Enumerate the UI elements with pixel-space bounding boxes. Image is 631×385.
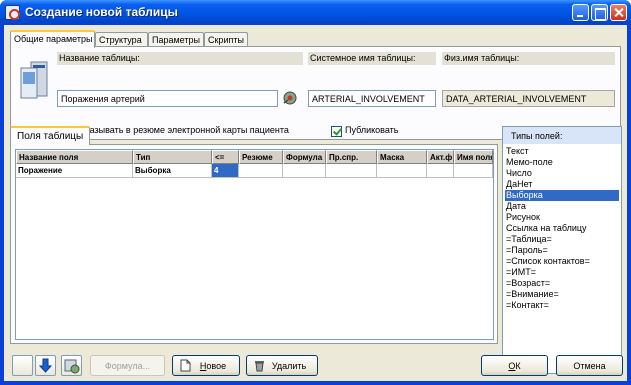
cell-type[interactable]: Выборка xyxy=(133,164,212,178)
check-icon[interactable] xyxy=(331,126,342,137)
delete-button[interactable]: Удалить xyxy=(246,355,318,376)
new-button[interactable]: Новое xyxy=(172,355,240,376)
col-header-act[interactable]: Акт.ф xyxy=(427,150,454,164)
field-types-panel: Типы полей: Текст Мемо-поле Число ДаНет … xyxy=(502,126,622,374)
fields-grid[interactable]: Название поля Тип <= Резюме Формула Пр.с… xyxy=(15,149,494,340)
col-header-le[interactable]: <= xyxy=(212,150,239,164)
list-item[interactable]: =ИМТ= xyxy=(505,267,619,278)
cell-summary[interactable] xyxy=(239,164,283,178)
list-item[interactable]: =Внимание= xyxy=(505,289,619,300)
cell-act[interactable] xyxy=(427,164,454,178)
maximize-button[interactable] xyxy=(591,4,608,21)
cell-ref[interactable] xyxy=(326,164,377,178)
minimize-button[interactable] xyxy=(572,4,589,21)
cell-field-sysname[interactable] xyxy=(454,164,493,178)
cell-field-name[interactable]: Поражение xyxy=(16,164,133,178)
phys-name-field: DATA_ARTERIAL_INVOLVEMENT xyxy=(442,90,615,107)
list-item[interactable]: ДаНет xyxy=(505,179,619,190)
formula-button[interactable]: Формула... xyxy=(90,355,165,376)
list-item[interactable]: Число xyxy=(505,168,619,179)
table-settings-icon xyxy=(64,359,80,374)
new-doc-icon xyxy=(180,359,191,372)
field-types-list[interactable]: Текст Мемо-поле Число ДаНет Выборка Дата… xyxy=(505,146,619,311)
col-header-mask[interactable]: Маска xyxy=(377,150,427,164)
tab-parameters[interactable]: Параметры xyxy=(148,32,204,47)
edit-name-icon[interactable] xyxy=(282,90,298,106)
system-name-label: Системное имя таблицы: xyxy=(308,52,436,65)
dialog-window: Создание новой таблицы Общие параметры С… xyxy=(0,0,631,385)
list-item[interactable]: Текст xyxy=(505,146,619,157)
cell-le[interactable]: 4 xyxy=(212,164,239,178)
col-header-field-sysname[interactable]: Имя поля xyxy=(454,150,493,164)
list-item[interactable]: Ссылка на таблицу xyxy=(505,223,619,234)
title-bar[interactable]: Создание новой таблицы xyxy=(0,0,631,25)
list-item[interactable]: Выборка xyxy=(505,190,619,201)
list-item[interactable]: =Контакт= xyxy=(505,300,619,311)
show-in-summary-checkbox[interactable]: Показывать в резюме электронной карты па… xyxy=(60,125,290,138)
col-header-formula[interactable]: Формула xyxy=(283,150,326,164)
show-in-summary-label: Показывать в резюме электронной карты па… xyxy=(74,125,289,135)
cell-formula[interactable] xyxy=(283,164,326,178)
tab-general[interactable]: Общие параметры xyxy=(10,30,95,48)
grid-header: Название поля Тип <= Резюме Формула Пр.с… xyxy=(16,150,493,164)
trash-icon xyxy=(255,361,264,372)
field-types-title: Типы полей: xyxy=(503,127,621,144)
list-item[interactable]: =Пароль= xyxy=(505,245,619,256)
col-header-summary[interactable]: Резюме xyxy=(239,150,283,164)
table-name-input[interactable]: Поражения артерий xyxy=(57,90,278,107)
table-name-label: Название таблицы: xyxy=(57,52,303,65)
col-header-field-name[interactable]: Название поля xyxy=(16,150,133,164)
app-icon xyxy=(5,5,20,20)
close-button[interactable] xyxy=(610,4,627,21)
dialog-client: Общие параметры Структура Параметры Скри… xyxy=(4,25,627,381)
fields-panel: Название поля Тип <= Резюме Формула Пр.с… xyxy=(10,144,498,344)
publish-checkbox[interactable]: Публиковать xyxy=(331,125,411,138)
table-icon xyxy=(20,61,48,99)
arrow-down-icon xyxy=(38,358,53,373)
list-item[interactable]: =Список контактов= xyxy=(505,256,619,267)
tab-scripts[interactable]: Скрипты xyxy=(204,32,248,47)
phys-name-label: Физ.имя таблицы: xyxy=(442,52,615,65)
cancel-button[interactable]: Отмена xyxy=(556,355,623,376)
list-item[interactable]: =Таблица= xyxy=(505,234,619,245)
tab-table-fields[interactable]: Поля таблицы xyxy=(10,126,91,145)
publish-label: Публиковать xyxy=(345,125,399,135)
table-settings-button[interactable] xyxy=(61,355,82,376)
list-item[interactable]: Рисунок xyxy=(505,212,619,223)
tab-structure[interactable]: Структура xyxy=(95,32,148,47)
col-header-ref[interactable]: Пр.спр. xyxy=(326,150,377,164)
list-item[interactable]: =Возраст= xyxy=(505,278,619,289)
ok-button[interactable]: ОК xyxy=(481,355,548,376)
cell-mask[interactable] xyxy=(377,164,427,178)
system-name-input[interactable]: ARTERIAL_INVOLVEMENT xyxy=(308,90,436,107)
col-header-type[interactable]: Тип xyxy=(133,150,212,164)
list-item[interactable]: Мемо-поле xyxy=(505,157,619,168)
move-up-button[interactable] xyxy=(12,355,33,376)
list-item[interactable]: Дата xyxy=(505,201,619,212)
window-title: Создание новой таблицы xyxy=(25,5,178,19)
move-down-button[interactable] xyxy=(35,355,56,376)
